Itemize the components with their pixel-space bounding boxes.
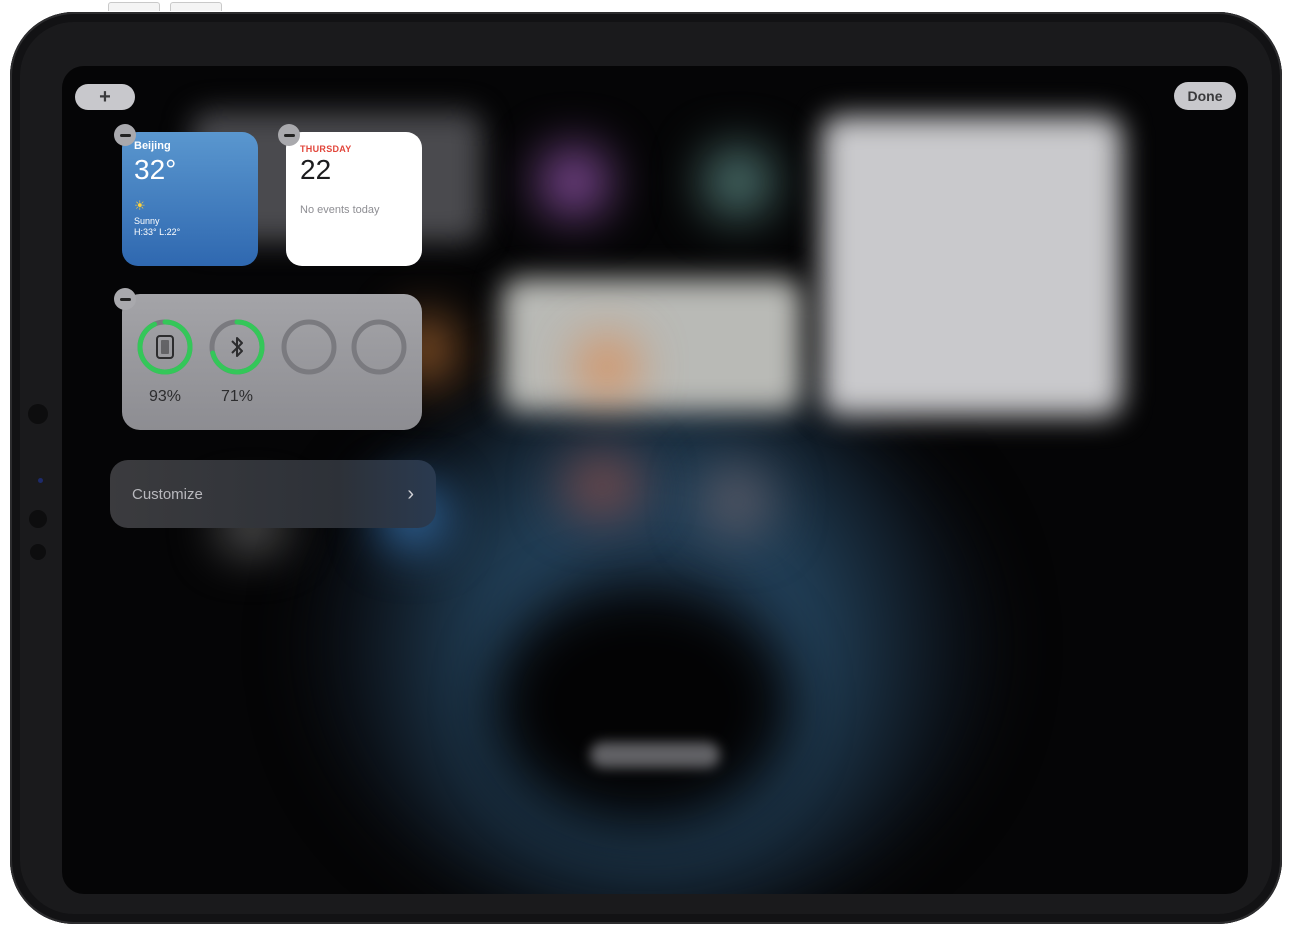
ipad-icon: [156, 335, 174, 359]
side-button-1: [28, 404, 48, 424]
side-button-3: [30, 544, 46, 560]
blurred-widget-bg-2: [822, 116, 1122, 416]
remove-weather-widget-button[interactable]: [114, 124, 136, 146]
customize-button[interactable]: Customize ›: [110, 460, 436, 528]
home-screen: + Done Beijing 32° ☀ Sunny H:33° L:22° T…: [62, 66, 1248, 894]
wallpaper-dark-center: [492, 586, 792, 826]
battery-percent-ipad: 93%: [148, 388, 182, 405]
add-widget-button[interactable]: +: [75, 84, 135, 110]
battery-ring-empty-2: [351, 319, 407, 375]
battery-percent-bluetooth: 71%: [220, 388, 254, 405]
minus-icon: [283, 133, 295, 137]
ipad-device-frame: + Done Beijing 32° ☀ Sunny H:33° L:22° T…: [10, 12, 1282, 924]
bluetooth-icon: [231, 337, 243, 357]
battery-ring-empty-1: [281, 319, 337, 375]
remove-battery-widget-button[interactable]: [114, 288, 136, 310]
minus-icon: [119, 297, 131, 301]
top-tab-1: [108, 2, 160, 11]
done-button[interactable]: Done: [1174, 82, 1236, 110]
calendar-weekday: THURSDAY: [300, 144, 352, 154]
remove-calendar-widget-button[interactable]: [278, 124, 300, 146]
calendar-widget[interactable]: THURSDAY 22 No events today: [286, 132, 422, 266]
blurred-app-purple: [542, 150, 606, 214]
blurred-app-green: [706, 150, 770, 214]
weather-city: Beijing: [134, 140, 171, 152]
side-button-2: [29, 510, 47, 528]
camera-dot: [38, 478, 43, 483]
blurred-app-red: [562, 456, 642, 516]
weather-condition: Sunny: [134, 216, 160, 226]
blurred-app-grey: [702, 466, 772, 536]
minus-icon: [119, 133, 131, 137]
chevron-right-icon: ›: [407, 482, 414, 505]
battery-ring-bluetooth: [209, 319, 265, 375]
customize-label: Customize: [132, 485, 203, 503]
calendar-day: 22: [300, 154, 332, 185]
blurred-widget-bg-3: [502, 278, 802, 412]
calendar-events-text: No events today: [300, 204, 380, 216]
weather-high-low: H:33° L:22°: [134, 227, 181, 237]
plus-icon: +: [99, 85, 111, 108]
top-tab-2: [170, 2, 222, 11]
battery-ring-ipad: [137, 319, 193, 375]
home-indicator[interactable]: [590, 742, 720, 768]
weather-temperature: 32°: [134, 154, 177, 185]
batteries-widget[interactable]: 93% 71%: [122, 294, 422, 430]
weather-widget[interactable]: Beijing 32° ☀ Sunny H:33° L:22°: [122, 132, 258, 266]
blurred-app-orange: [582, 342, 632, 392]
sun-icon: ☀: [134, 198, 146, 213]
